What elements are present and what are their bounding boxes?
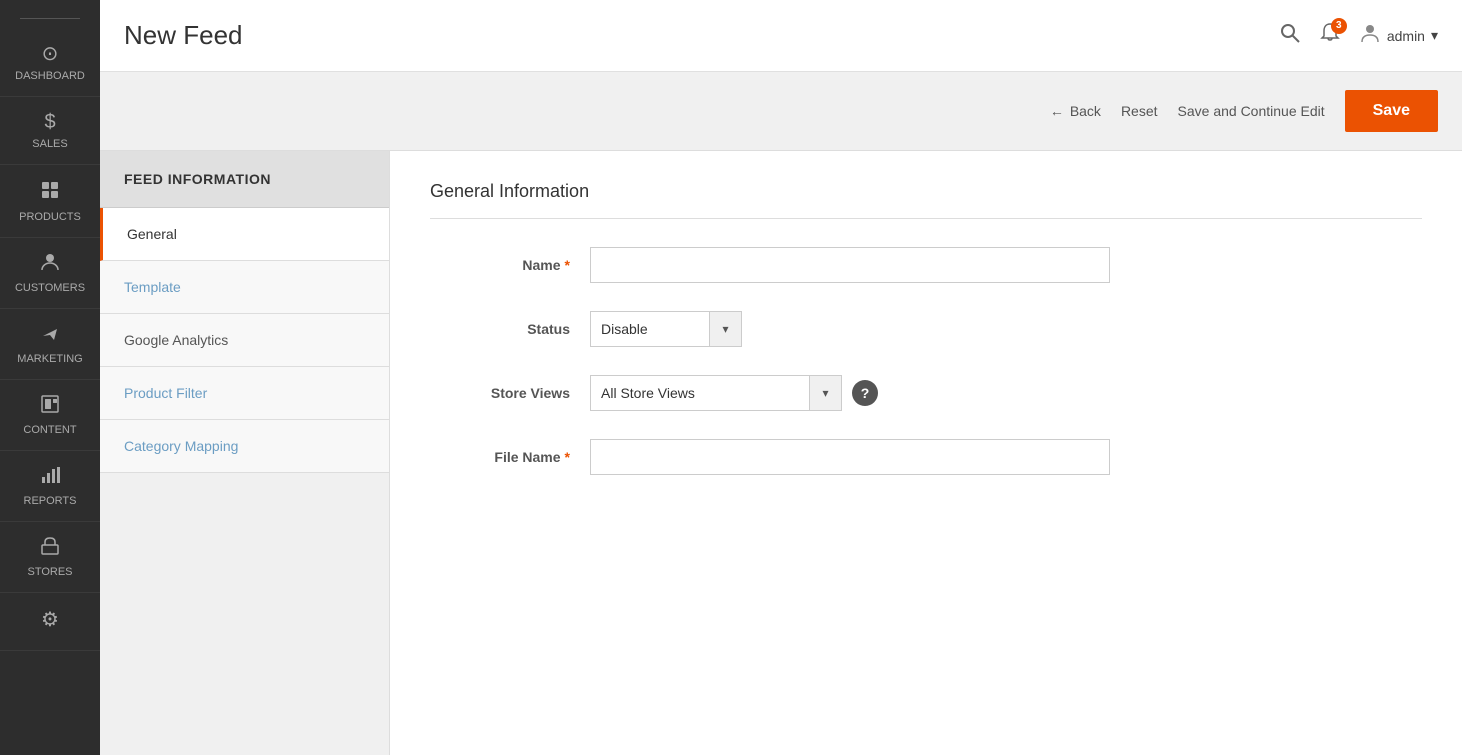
body-content: FEED INFORMATION General Template Google… bbox=[100, 151, 1462, 755]
sidebar-item-system[interactable]: ⚙ bbox=[0, 593, 100, 651]
content-icon bbox=[40, 394, 60, 420]
sidebar-item-label: REPORTS bbox=[24, 495, 77, 507]
user-avatar-icon bbox=[1359, 22, 1381, 50]
system-icon: ⚙ bbox=[41, 607, 59, 632]
action-bar: ← Back Reset Save and Continue Edit Save bbox=[100, 72, 1462, 151]
nav-item-label: Google Analytics bbox=[124, 332, 228, 348]
save-button[interactable]: Save bbox=[1345, 90, 1438, 132]
name-input[interactable] bbox=[590, 247, 1110, 283]
store-views-row: Store Views All Store Views ▾ ? bbox=[430, 375, 1422, 411]
nav-item-category-mapping[interactable]: Category Mapping bbox=[100, 420, 389, 473]
name-row: Name* bbox=[430, 247, 1422, 283]
status-dropdown-arrow[interactable]: ▾ bbox=[710, 311, 742, 347]
store-views-label: Store Views bbox=[430, 385, 590, 401]
feed-info-header: FEED INFORMATION bbox=[100, 151, 389, 208]
name-label: Name* bbox=[430, 257, 590, 273]
stores-icon bbox=[40, 536, 60, 562]
sidebar: ⊙ DASHBOARD $ SALES PRODUCTS CUSTOMERS M… bbox=[0, 0, 100, 755]
sidebar-item-reports[interactable]: REPORTS bbox=[0, 451, 100, 522]
sidebar-item-sales[interactable]: $ SALES bbox=[0, 97, 100, 165]
store-views-dropdown-arrow[interactable]: ▾ bbox=[810, 375, 842, 411]
file-name-input[interactable] bbox=[590, 439, 1110, 475]
customers-icon bbox=[40, 252, 60, 278]
sidebar-item-label: MARKETING bbox=[17, 353, 82, 365]
save-continue-button[interactable]: Save and Continue Edit bbox=[1178, 103, 1325, 119]
sidebar-item-label: CONTENT bbox=[23, 424, 76, 436]
sidebar-item-label: STORES bbox=[27, 566, 72, 578]
name-required-star: * bbox=[565, 257, 570, 273]
right-panel: General Information Name* Status Disable… bbox=[390, 151, 1462, 755]
sidebar-item-label: CUSTOMERS bbox=[15, 282, 85, 294]
sidebar-item-stores[interactable]: STORES bbox=[0, 522, 100, 593]
main-content: New Feed 3 admin ▾ ← Back Reset Save and… bbox=[100, 0, 1462, 755]
file-name-row: File Name* bbox=[430, 439, 1422, 475]
left-panel: FEED INFORMATION General Template Google… bbox=[100, 151, 390, 755]
top-header: New Feed 3 admin ▾ bbox=[100, 0, 1462, 72]
sidebar-item-label: DASHBOARD bbox=[15, 70, 85, 82]
sales-icon: $ bbox=[44, 111, 55, 134]
back-button[interactable]: ← Back bbox=[1050, 103, 1101, 119]
marketing-icon bbox=[40, 323, 60, 349]
nav-item-label: General bbox=[127, 226, 177, 242]
nav-item-label: Category Mapping bbox=[124, 438, 238, 454]
sidebar-item-content[interactable]: CONTENT bbox=[0, 380, 100, 451]
notification-button[interactable]: 3 bbox=[1319, 22, 1341, 50]
dashboard-icon: ⊙ bbox=[42, 41, 59, 66]
nav-item-label: Template bbox=[124, 279, 181, 295]
status-select[interactable]: Disable Enable bbox=[590, 311, 710, 347]
status-row: Status Disable Enable ▾ bbox=[430, 311, 1422, 347]
sidebar-item-dashboard[interactable]: ⊙ DASHBOARD bbox=[0, 27, 100, 97]
sidebar-top-divider bbox=[20, 18, 80, 19]
page-title: New Feed bbox=[124, 20, 243, 51]
nav-item-label: Product Filter bbox=[124, 385, 207, 401]
section-title: General Information bbox=[430, 181, 1422, 202]
notification-badge: 3 bbox=[1331, 18, 1347, 34]
sidebar-item-marketing[interactable]: MARKETING bbox=[0, 309, 100, 380]
sidebar-item-products[interactable]: PRODUCTS bbox=[0, 165, 100, 238]
search-button[interactable] bbox=[1279, 22, 1301, 50]
sidebar-item-label: SALES bbox=[32, 138, 67, 150]
status-label: Status bbox=[430, 321, 590, 337]
nav-item-template[interactable]: Template bbox=[100, 261, 389, 314]
nav-item-google-analytics[interactable]: Google Analytics bbox=[100, 314, 389, 367]
store-views-help-icon[interactable]: ? bbox=[852, 380, 878, 406]
nav-item-product-filter[interactable]: Product Filter bbox=[100, 367, 389, 420]
header-actions: 3 admin ▾ bbox=[1279, 22, 1438, 50]
file-name-label: File Name* bbox=[430, 449, 590, 465]
status-select-wrapper: Disable Enable ▾ bbox=[590, 311, 742, 347]
file-name-required-star: * bbox=[565, 449, 570, 465]
store-views-select[interactable]: All Store Views bbox=[590, 375, 810, 411]
sidebar-item-customers[interactable]: CUSTOMERS bbox=[0, 238, 100, 309]
user-menu[interactable]: admin ▾ bbox=[1359, 22, 1438, 50]
user-name: admin bbox=[1387, 28, 1425, 44]
reset-button[interactable]: Reset bbox=[1121, 103, 1158, 119]
section-divider bbox=[430, 218, 1422, 219]
products-icon bbox=[39, 179, 61, 207]
chevron-down-icon: ▾ bbox=[1431, 27, 1438, 44]
reports-icon bbox=[40, 465, 60, 491]
store-views-wrapper: All Store Views ▾ ? bbox=[590, 375, 878, 411]
nav-item-general[interactable]: General bbox=[100, 208, 389, 261]
sidebar-item-label: PRODUCTS bbox=[19, 211, 81, 223]
store-select-wrapper: All Store Views ▾ bbox=[590, 375, 842, 411]
